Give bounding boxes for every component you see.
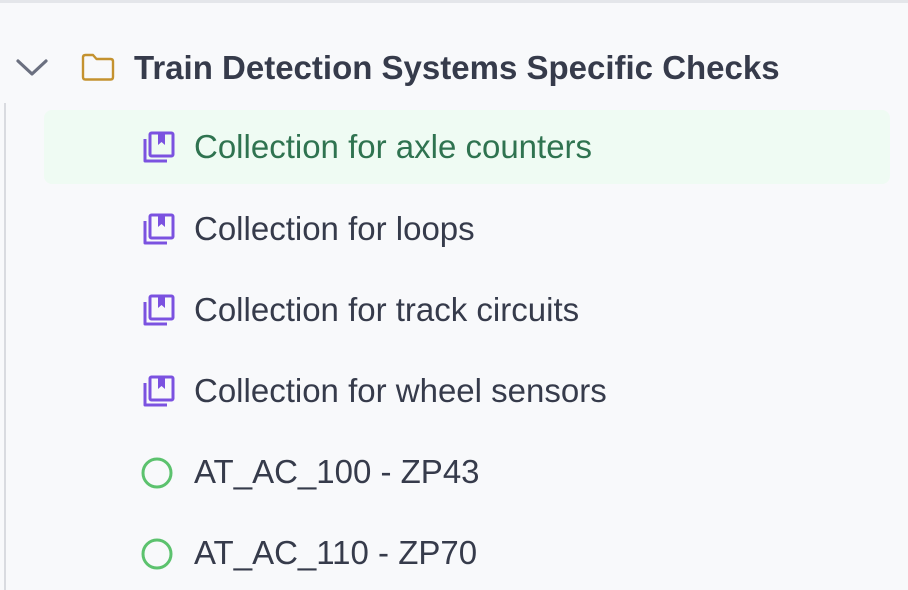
tree-item-label: Collection for loops [194, 210, 475, 247]
tree-item-label: AT_AC_100 - ZP43 [194, 453, 480, 490]
tree-item-collection-axle-counters[interactable]: Collection for axle counters [44, 110, 890, 184]
collection-icon [143, 294, 175, 326]
folder-icon [81, 53, 115, 81]
collection-icon [143, 213, 175, 245]
tree-item-label: Collection for wheel sensors [194, 372, 607, 409]
tree-item-label: Collection for axle counters [194, 128, 593, 165]
tree-item-label: AT_AC_110 - ZP70 [194, 534, 478, 571]
tree-item-label: Collection for track circuits [194, 291, 580, 328]
circle-outline-icon [141, 538, 173, 570]
tree-view: Train Detection Systems Specific Checks … [0, 0, 908, 590]
tree-item-at-ac-110[interactable]: AT_AC_110 - ZP70 [44, 516, 890, 590]
tree-item-collection-loops[interactable]: Collection for loops [44, 192, 890, 266]
tree-item-collection-track-circuits[interactable]: Collection for track circuits [44, 273, 890, 347]
chevron-down-icon[interactable] [14, 52, 50, 82]
collection-icon [143, 375, 175, 407]
tree-item-at-ac-100[interactable]: AT_AC_100 - ZP43 [44, 435, 890, 509]
tree-item-collection-wheel-sensors[interactable]: Collection for wheel sensors [44, 354, 890, 428]
circle-outline-icon [141, 457, 173, 489]
collection-icon [143, 131, 175, 163]
folder-row[interactable]: Train Detection Systems Specific Checks [0, 40, 908, 94]
tree-guide-line [4, 103, 6, 590]
folder-label: Train Detection Systems Specific Checks [134, 49, 780, 86]
